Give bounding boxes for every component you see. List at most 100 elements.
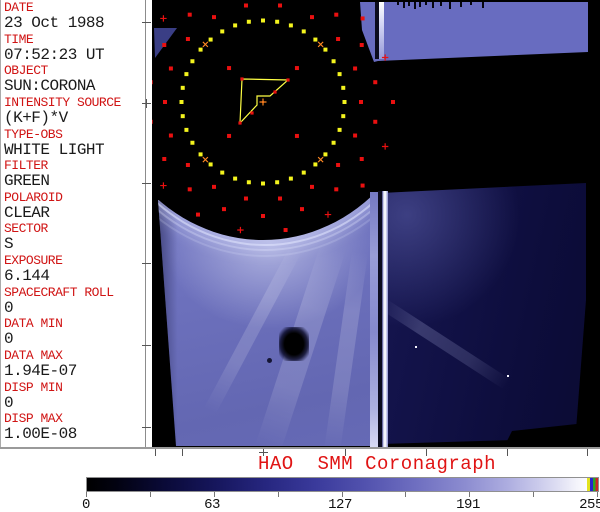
grid-dot-red-ring-middle <box>187 12 192 17</box>
grid-dot-red-ring-inner <box>310 184 314 189</box>
grid-dot-yellow-limb-ring <box>246 180 251 185</box>
grid-dot-red-ring-middle <box>373 80 378 85</box>
field-label: DISP MIN <box>4 380 63 395</box>
axis-tick <box>142 345 151 346</box>
polygon-vertex-dot <box>240 77 244 81</box>
grid-dot-yellow-limb-ring <box>323 47 328 52</box>
grid-dot-inner-diagonal-dots <box>294 66 299 71</box>
sidebar-field: DISP MIN 0 <box>1 381 145 413</box>
sidebar-fields: DATE 23 Oct 1988 TIME 07:52:23 UT OBJECT SUN:… <box>1 1 145 444</box>
grid-dot-red-ring-middle <box>334 12 339 17</box>
grid-dot-red-ring-inner <box>243 3 248 8</box>
grid-dot-yellow-limb-ring <box>288 176 293 181</box>
coronagraph-image-canvas <box>152 0 600 447</box>
diagonal-cross-marker <box>317 156 324 163</box>
grid-dot-yellow-limb-ring <box>323 152 328 157</box>
field-value: SUN:CORONA <box>4 77 96 96</box>
grid-dot-red-ring-inner <box>243 196 248 201</box>
axis-tick <box>182 449 183 456</box>
field-label: DISP MAX <box>4 412 63 427</box>
grid-dot-red-ring-outer <box>237 226 244 234</box>
grid-dot-yellow-limb-ring <box>190 59 195 64</box>
grid-dot-yellow-limb-ring <box>313 37 318 42</box>
frame-divider <box>0 447 600 449</box>
field-label: FILTER <box>4 159 48 174</box>
colorbar-label: 255 <box>579 497 600 512</box>
sidebar-field: DATA MAX 1.94E-07 <box>1 349 145 381</box>
grid-dot-red-ring-middle <box>152 80 153 85</box>
field-label: OBJECT <box>4 64 48 79</box>
axis-tick <box>426 449 427 456</box>
field-value: 07:52:23 UT <box>4 45 105 64</box>
grid-dot-red-ring-inner <box>185 162 190 167</box>
grid-dot-red-ring-outer <box>196 212 200 217</box>
colorbar-tick <box>278 492 279 497</box>
field-label: DATA MAX <box>4 349 63 364</box>
grid-dot-red-ring-inner <box>185 37 190 42</box>
sidebar-field: FILTER GREEN <box>1 159 145 191</box>
grid-dot-yellow-limb-ring <box>220 29 225 34</box>
axis-tick <box>155 449 156 456</box>
grid-dot-yellow-limb-ring <box>208 162 213 167</box>
axis-tick <box>142 22 151 23</box>
field-value: 1.94E-07 <box>4 362 77 381</box>
sidebar-field: DATA MIN 0 <box>1 317 145 349</box>
intensity-colorbar <box>86 477 599 492</box>
axis-tick <box>146 99 147 108</box>
grid-dot-red-ring-outer <box>381 54 389 61</box>
diagonal-cross-marker <box>317 41 324 48</box>
field-value: CLEAR <box>4 203 50 222</box>
field-value: 1.00E-08 <box>4 425 77 444</box>
field-value: GREEN <box>4 172 50 191</box>
field-label: POLAROID <box>4 190 63 205</box>
grid-dot-yellow-limb-ring <box>179 100 184 104</box>
grid-dot-red-ring-outer <box>160 182 167 189</box>
field-value: 0 <box>4 298 14 317</box>
polygon-vertex-dot <box>273 90 277 94</box>
grid-dot-red-ring-outer <box>324 211 332 218</box>
grid-dot-red-ring-inner <box>163 100 167 104</box>
sidebar-field: SPACECRAFT ROLL 0 <box>1 286 145 318</box>
sidebar-field: DATE 23 Oct 1988 <box>1 1 145 33</box>
coronagraph-viewer-window: DATE 23 Oct 1988 TIME 07:52:23 UT OBJECT SUN:… <box>0 0 600 512</box>
grid-dot-yellow-limb-ring <box>261 18 265 23</box>
grid-dot-yellow-limb-ring <box>331 59 336 64</box>
field-label: SPACECRAFT ROLL <box>4 285 114 300</box>
feature-outline-polygon <box>239 78 290 125</box>
field-label: TIME <box>4 32 34 47</box>
grid-dot-yellow-limb-ring <box>288 23 293 28</box>
sidebar-field: DISP MAX 1.00E-08 <box>1 412 145 444</box>
grid-dot-yellow-limb-ring <box>190 140 195 145</box>
field-label: DATA MIN <box>4 317 63 332</box>
diagonal-cross-marker <box>202 156 209 163</box>
grid-dot-yellow-limb-ring <box>301 29 306 34</box>
grid-dot-yellow-limb-ring <box>275 180 280 185</box>
grid-dot-red-ring-inner <box>168 66 173 71</box>
grid-dot-red-ring-middle <box>373 119 378 124</box>
grid-dot-yellow-limb-ring <box>180 85 185 90</box>
colorbar-label: 127 <box>328 497 352 512</box>
colorbar-label: 191 <box>456 497 480 512</box>
axis-tick <box>587 449 588 456</box>
polygon-vertex-dot <box>238 121 242 125</box>
axis-tick <box>259 452 268 453</box>
grid-dot-red-ring-inner <box>336 37 341 42</box>
grid-dot-yellow-limb-ring <box>184 127 189 132</box>
axis-tick <box>142 427 151 428</box>
axis-tick <box>142 263 151 264</box>
colorbar-tick <box>405 492 406 497</box>
field-value: (K+F)*V <box>4 108 68 127</box>
grid-dot-inner-diagonal-dots <box>227 133 232 138</box>
grid-dot-red-ring-outer <box>283 228 288 233</box>
axis-tick <box>345 449 346 456</box>
axis-tick <box>142 183 151 184</box>
axis-tick <box>507 449 508 456</box>
grid-dot-red-ring-middle <box>152 119 153 124</box>
grid-dot-inner-diagonal-dots <box>294 133 299 138</box>
grid-dot-yellow-limb-ring <box>198 152 203 157</box>
grid-dot-yellow-limb-ring <box>246 19 251 24</box>
sidebar-field: INTENSITY SOURCE (K+F)*V <box>1 96 145 128</box>
grid-dot-red-ring-inner <box>310 15 314 20</box>
sidebar-field: POLAROID CLEAR <box>1 191 145 223</box>
grid-dot-yellow-limb-ring <box>313 162 318 167</box>
